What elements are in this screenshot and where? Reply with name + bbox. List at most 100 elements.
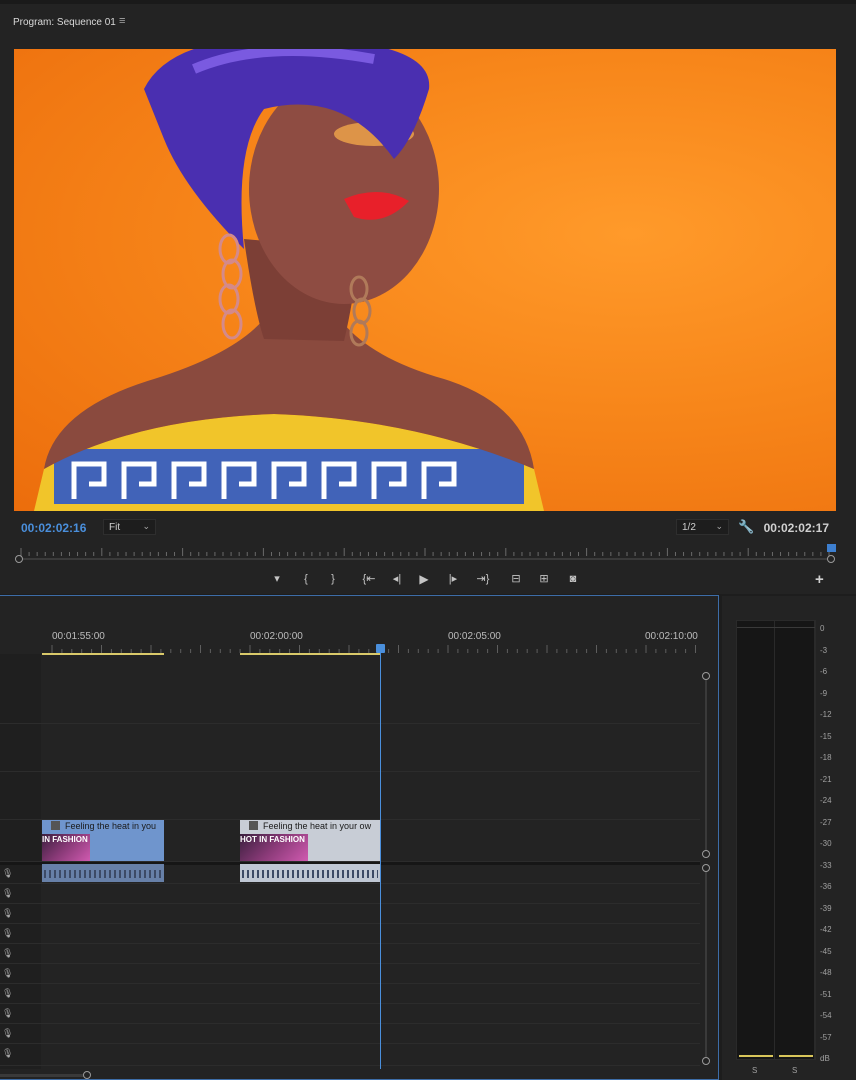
audio-track[interactable]: 🎙 [0, 1024, 700, 1044]
playback-resolution-dropdown[interactable]: 1/2 ⌄ [676, 519, 729, 535]
scroll-handle-top[interactable] [702, 672, 710, 680]
audio-track[interactable]: 🎙 [0, 884, 700, 904]
work-area-bar[interactable] [42, 653, 164, 655]
microphone-icon[interactable]: 🎙 [2, 928, 13, 939]
scroll-track [705, 868, 707, 1058]
meter-clip-line [737, 627, 815, 628]
step-back-button[interactable]: ◂| [388, 570, 406, 588]
chevron-down-icon: ⌄ [142, 521, 150, 531]
program-monitor-panel: Program: Sequence 01 ≡ 00:02:02:16 Fit ⌄… [0, 0, 856, 594]
video-track[interactable] [0, 724, 700, 772]
decibel-label: -21 [820, 774, 832, 784]
decibel-label: -12 [820, 710, 832, 719]
zoom-level-value: Fit [109, 522, 121, 533]
transport-controls: ▾ { } {⇤ ◂| ▶ |▸ ⇥} ⊟ ⊞ ◙ [0, 570, 856, 590]
peak-indicator [739, 1055, 773, 1057]
audio-track[interactable]: 🎙 [0, 964, 700, 984]
decibel-label: -24 [820, 796, 832, 805]
export-frame-button[interactable]: ◙ [564, 570, 582, 588]
program-preview-frame[interactable] [14, 49, 836, 511]
step-forward-button[interactable]: |▸ [444, 570, 462, 588]
microphone-icon[interactable]: 🎙 [2, 1048, 13, 1059]
panel-title[interactable]: Program: Sequence 01 [13, 17, 116, 28]
audio-track[interactable]: 🎙 [0, 944, 700, 964]
decibel-label: -54 [820, 1011, 832, 1020]
video-track[interactable] [0, 677, 700, 724]
ruler-label: 00:01:55:00 [52, 631, 105, 642]
scroll-handle[interactable] [83, 1071, 91, 1079]
audio-track[interactable]: 🎙 [0, 1044, 700, 1066]
ruler-ticks [51, 645, 696, 653]
mark-out-button[interactable]: } [327, 570, 339, 588]
horizontal-scrollbar[interactable] [0, 1070, 718, 1080]
decibel-label: 0 [820, 624, 825, 633]
decibel-label: -30 [820, 839, 832, 848]
button-editor-add-button[interactable]: + [815, 571, 824, 588]
microphone-icon[interactable]: 🎙 [2, 1008, 13, 1019]
audio-track[interactable]: 🎙 [0, 924, 700, 944]
add-marker-button[interactable]: ▾ [270, 570, 284, 588]
audio-meters-panel: 0 -3 -6 -9 -12 -15 -18 -21 -24 -27 -30 -33 -36 -39 -42… [722, 596, 856, 1080]
go-to-out-button[interactable]: ⇥} [472, 570, 494, 588]
video-track[interactable] [0, 772, 700, 820]
work-area-bar[interactable] [240, 653, 380, 655]
current-timecode[interactable]: 00:02:02:16 [21, 521, 86, 535]
clip-thumbnail-text: IN FASHION [42, 835, 88, 844]
go-to-in-button[interactable]: {⇤ [358, 570, 380, 588]
timeline-panel: 00:01:55:00 00:02:00:00 00:02:05:00 00:0… [0, 595, 719, 1080]
video-clip[interactable]: Feeling the heat in you IN FASHION [42, 820, 164, 861]
duration-timecode: 00:02:02:17 [763, 521, 829, 535]
resolution-value: 1/2 [682, 522, 696, 533]
playhead-line [380, 653, 381, 1069]
decibel-label: -51 [820, 989, 832, 999]
lift-button[interactable]: ⊟ [507, 570, 525, 588]
ruler-label: 00:02:10:00 [645, 631, 698, 642]
fx-badge-icon [51, 821, 60, 830]
monitor-time-ruler[interactable] [19, 546, 831, 556]
video-clip-selected[interactable]: Feeling the heat in your ow HOT IN FASHI… [240, 820, 380, 861]
clip-caption: Feeling the heat in your ow [263, 821, 372, 831]
audio-track[interactable]: 🎙 [0, 984, 700, 1004]
audio-meter [736, 620, 816, 1060]
audio-track[interactable]: 🎙 [0, 904, 700, 924]
solo-left-button[interactable]: S [752, 1066, 757, 1075]
mark-in-button[interactable]: { [300, 570, 312, 588]
microphone-icon[interactable]: 🎙 [2, 868, 13, 879]
chevron-down-icon: ⌄ [715, 521, 723, 531]
microphone-icon[interactable]: 🎙 [2, 988, 13, 999]
decibel-label: -18 [820, 753, 832, 762]
vertical-scrollbar[interactable] [700, 654, 712, 1065]
play-button[interactable]: ▶ [416, 570, 432, 588]
audio-track[interactable]: 🎙 [0, 1004, 700, 1024]
meter-channel-left [737, 621, 775, 1060]
microphone-icon[interactable]: 🎙 [2, 888, 13, 899]
decibel-label: -33 [820, 860, 832, 870]
scroll-handle-bottom[interactable] [702, 1057, 710, 1065]
earring-left [218, 233, 243, 340]
decibel-label: -45 [820, 946, 832, 956]
timeline-time-ruler[interactable]: 00:01:55:00 00:02:00:00 00:02:05:00 00:0… [0, 596, 718, 655]
wrench-icon[interactable]: 🔧 [738, 519, 754, 535]
microphone-icon[interactable]: 🎙 [2, 908, 13, 919]
clip-thumbnail-text: HOT IN FASHION [240, 835, 305, 844]
zoom-level-dropdown[interactable]: Fit ⌄ [103, 519, 156, 535]
monitor-playhead[interactable] [827, 544, 836, 552]
audio-track[interactable]: 🎙 [0, 864, 700, 884]
meter-channel-right [777, 621, 815, 1060]
solo-right-button[interactable]: S [792, 1066, 797, 1075]
extract-button[interactable]: ⊞ [535, 570, 553, 588]
scroll-handle-bottom[interactable] [702, 850, 710, 858]
monitor-scrub-track[interactable] [19, 558, 831, 560]
decibel-label: -27 [820, 817, 832, 827]
scroll-track [705, 674, 707, 854]
decibel-label: -15 [820, 731, 832, 741]
monitor-zoom-handle-right[interactable] [827, 555, 835, 563]
monitor-zoom-handle-left[interactable] [15, 555, 23, 563]
microphone-icon[interactable]: 🎙 [2, 968, 13, 979]
timeline-playhead[interactable] [376, 644, 385, 653]
panel-menu-icon[interactable]: ≡ [119, 15, 125, 27]
microphone-icon[interactable]: 🎙 [2, 1028, 13, 1039]
microphone-icon[interactable]: 🎙 [2, 948, 13, 959]
decibel-label: -3 [820, 645, 828, 655]
scroll-handle-top[interactable] [702, 864, 710, 872]
